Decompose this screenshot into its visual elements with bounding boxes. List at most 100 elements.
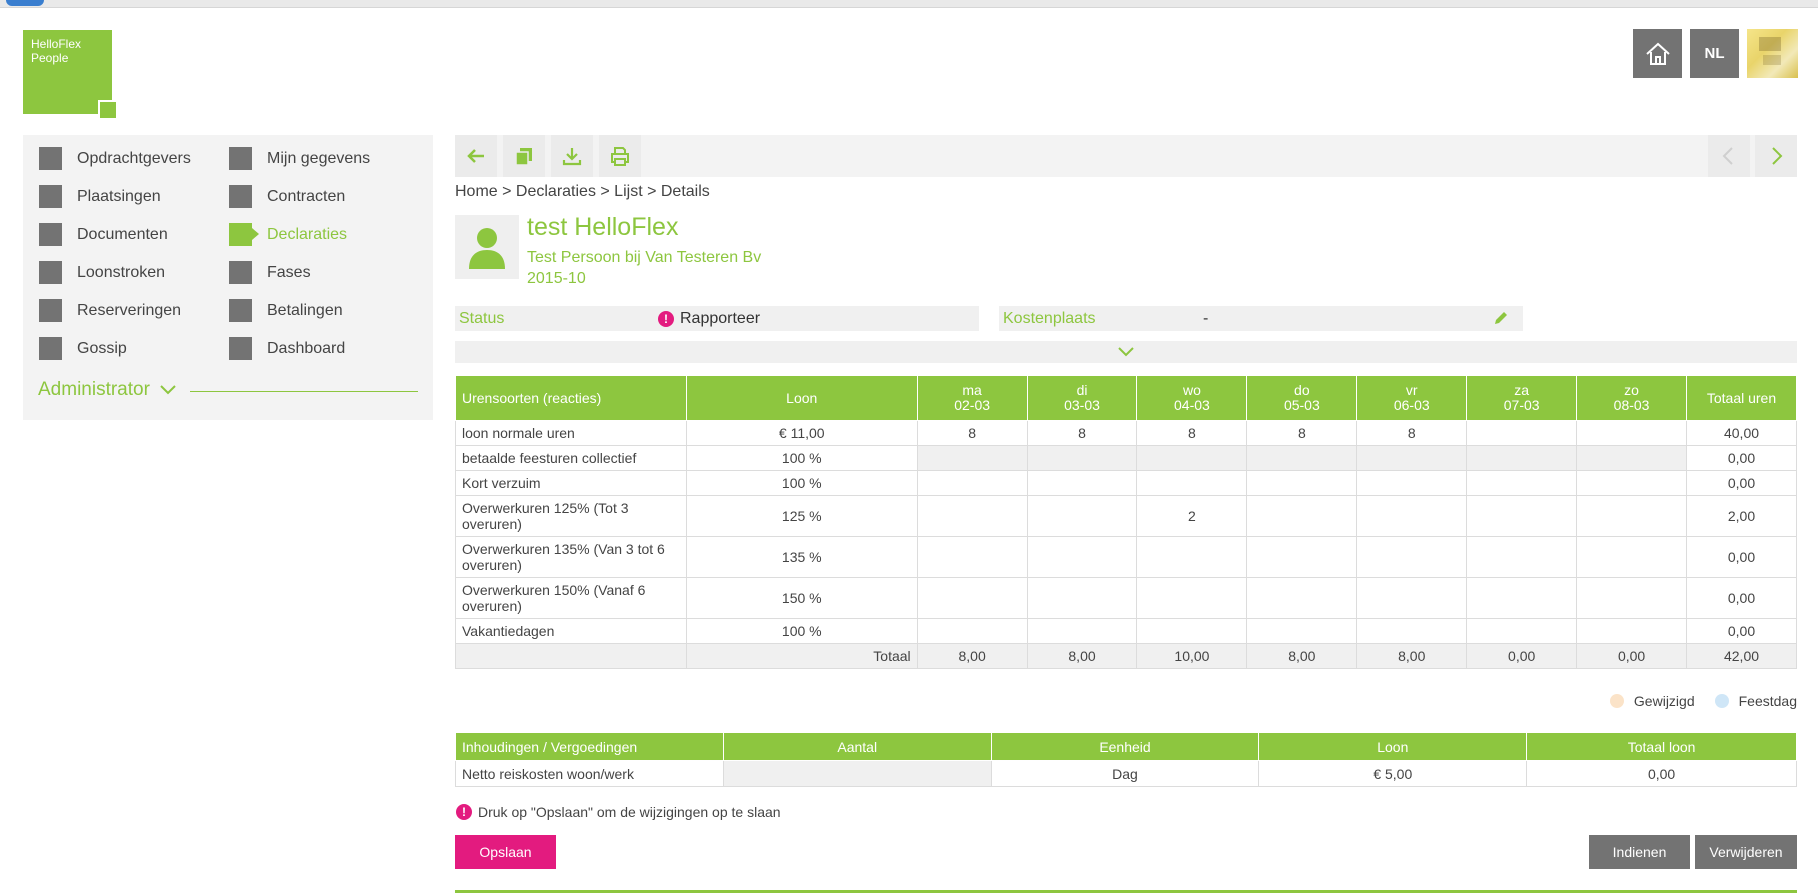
- hour-input-cell[interactable]: [1576, 445, 1688, 471]
- expense-amount-input[interactable]: [722, 760, 992, 787]
- hour-input-cell[interactable]: [1246, 495, 1358, 537]
- hour-input-cell[interactable]: [1136, 577, 1248, 619]
- sidebar-item-mijn-gegevens[interactable]: Mijn gegevens: [229, 147, 370, 170]
- kostenplaats-field: Kostenplaats -: [999, 306, 1523, 331]
- hour-input-cell[interactable]: [1246, 445, 1358, 471]
- sidebar-item-dashboard[interactable]: Dashboard: [229, 337, 345, 360]
- hour-input-cell[interactable]: [1466, 577, 1578, 619]
- sidebar-item-declaraties[interactable]: Declaraties: [229, 223, 347, 246]
- user-icon: [469, 228, 505, 269]
- hour-input-cell[interactable]: [1246, 618, 1358, 644]
- hour-input-cell[interactable]: [1026, 445, 1138, 471]
- hour-input-cell[interactable]: [1026, 470, 1138, 496]
- hour-input-cell[interactable]: [1136, 618, 1248, 644]
- hour-input-cell[interactable]: [1356, 470, 1468, 496]
- hour-input-cell[interactable]: [1466, 470, 1578, 496]
- home-button[interactable]: [1633, 29, 1682, 78]
- hour-input-cell[interactable]: [916, 495, 1028, 537]
- col-header-day: wo 04-03: [1136, 375, 1248, 421]
- sidebar-item-betalingen[interactable]: Betalingen: [229, 299, 343, 322]
- hour-input-cell[interactable]: 8: [1246, 420, 1358, 446]
- hour-input-cell[interactable]: 8: [916, 420, 1028, 446]
- hour-input-cell[interactable]: [1356, 445, 1468, 471]
- sidebar-item-fases[interactable]: Fases: [229, 261, 311, 284]
- hour-input-cell[interactable]: [1136, 536, 1248, 578]
- hour-input-cell[interactable]: [1246, 470, 1358, 496]
- expense-name: Netto reiskosten woon/werk: [455, 760, 724, 787]
- status-label: Status: [459, 309, 505, 327]
- hour-input-cell[interactable]: [1466, 536, 1578, 578]
- sidebar-item-plaatsingen[interactable]: Plaatsingen: [39, 185, 161, 208]
- sidebar-item-contracten[interactable]: Contracten: [229, 185, 345, 208]
- hours-table: Urensoorten (reacties) Loon ma 02-03 di 03-03…: [455, 375, 1797, 669]
- col-header-type: Urensoorten (reacties): [455, 375, 687, 421]
- sidebar-item-documenten[interactable]: Documenten: [39, 223, 168, 246]
- hour-input-cell[interactable]: [916, 618, 1028, 644]
- day-total: 8,00: [916, 643, 1028, 669]
- edit-kostenplaats-button[interactable]: [1493, 310, 1509, 331]
- hour-input-cell[interactable]: [1466, 445, 1578, 471]
- row-total: 2,00: [1686, 495, 1797, 537]
- hour-input-cell[interactable]: [1576, 420, 1688, 446]
- app-logo[interactable]: HelloFlex People: [23, 30, 118, 120]
- chevron-down-icon: [160, 385, 176, 395]
- hour-input-cell[interactable]: [1246, 577, 1358, 619]
- save-button[interactable]: Opslaan: [455, 835, 556, 869]
- details-expander[interactable]: [455, 341, 1797, 363]
- admin-menu-toggle[interactable]: Administrator: [38, 379, 418, 401]
- hour-input-cell[interactable]: [1576, 495, 1688, 537]
- previous-button[interactable]: [1708, 135, 1750, 177]
- row-type-name: Kort verzuim: [455, 470, 687, 496]
- user-avatar[interactable]: [1747, 29, 1798, 78]
- hour-input-cell[interactable]: [1356, 495, 1468, 537]
- language-button[interactable]: NL: [1690, 29, 1739, 78]
- hour-input-cell[interactable]: [1466, 420, 1578, 446]
- sidebar-item-reserveringen[interactable]: Reserveringen: [39, 299, 181, 322]
- breadcrumb[interactable]: Home > Declaraties > Lijst > Details: [455, 183, 710, 201]
- download-button[interactable]: [551, 135, 593, 177]
- sidebar-item-gossip[interactable]: Gossip: [39, 337, 127, 360]
- hour-input-cell[interactable]: 8: [1356, 420, 1468, 446]
- save-notice-text: Druk op "Opslaan" om de wijzigingen op t…: [478, 804, 781, 820]
- hour-input-cell[interactable]: [1246, 536, 1358, 578]
- table-row: Netto reiskosten woon/werk Dag € 5,00 0,00: [455, 760, 1797, 787]
- hour-input-cell[interactable]: [1356, 536, 1468, 578]
- hour-input-cell[interactable]: [1026, 577, 1138, 619]
- hour-input-cell[interactable]: [916, 470, 1028, 496]
- hour-input-cell[interactable]: [1026, 618, 1138, 644]
- hour-input-cell[interactable]: [1356, 618, 1468, 644]
- hour-input-cell[interactable]: [916, 445, 1028, 471]
- hour-input-cell[interactable]: [1576, 470, 1688, 496]
- hour-input-cell[interactable]: [1136, 470, 1248, 496]
- expense-wage: € 5,00: [1258, 760, 1528, 787]
- browser-top-strip: [0, 0, 1818, 8]
- copy-button[interactable]: [503, 135, 545, 177]
- submit-button[interactable]: Indienen: [1589, 835, 1690, 869]
- hour-input-cell[interactable]: [1466, 495, 1578, 537]
- admin-divider: [189, 390, 418, 392]
- hour-input-cell[interactable]: [1576, 577, 1688, 619]
- sidebar-item-loonstroken[interactable]: Loonstroken: [39, 261, 165, 284]
- hour-input-cell[interactable]: 2: [1136, 495, 1248, 537]
- back-button[interactable]: [455, 135, 497, 177]
- col-header-total: Totaal uren: [1686, 375, 1797, 421]
- hour-input-cell[interactable]: [1136, 445, 1248, 471]
- hour-input-cell[interactable]: [1356, 577, 1468, 619]
- day-name: ma: [962, 382, 982, 398]
- day-date: 07-03: [1503, 397, 1540, 413]
- hour-input-cell[interactable]: 8: [1136, 420, 1248, 446]
- expenses-col-header: Aantal: [722, 732, 992, 761]
- hour-input-cell[interactable]: [916, 536, 1028, 578]
- next-button[interactable]: [1755, 135, 1797, 177]
- hour-input-cell[interactable]: [1576, 536, 1688, 578]
- print-icon: [611, 147, 629, 166]
- hour-input-cell[interactable]: 8: [1026, 420, 1138, 446]
- hour-input-cell[interactable]: [916, 577, 1028, 619]
- sidebar-item-opdrachtgevers[interactable]: Opdrachtgevers: [39, 147, 191, 170]
- print-button[interactable]: [599, 135, 641, 177]
- hour-input-cell[interactable]: [1026, 536, 1138, 578]
- delete-button[interactable]: Verwijderen: [1695, 835, 1797, 869]
- hour-input-cell[interactable]: [1576, 618, 1688, 644]
- hour-input-cell[interactable]: [1466, 618, 1578, 644]
- hour-input-cell[interactable]: [1026, 495, 1138, 537]
